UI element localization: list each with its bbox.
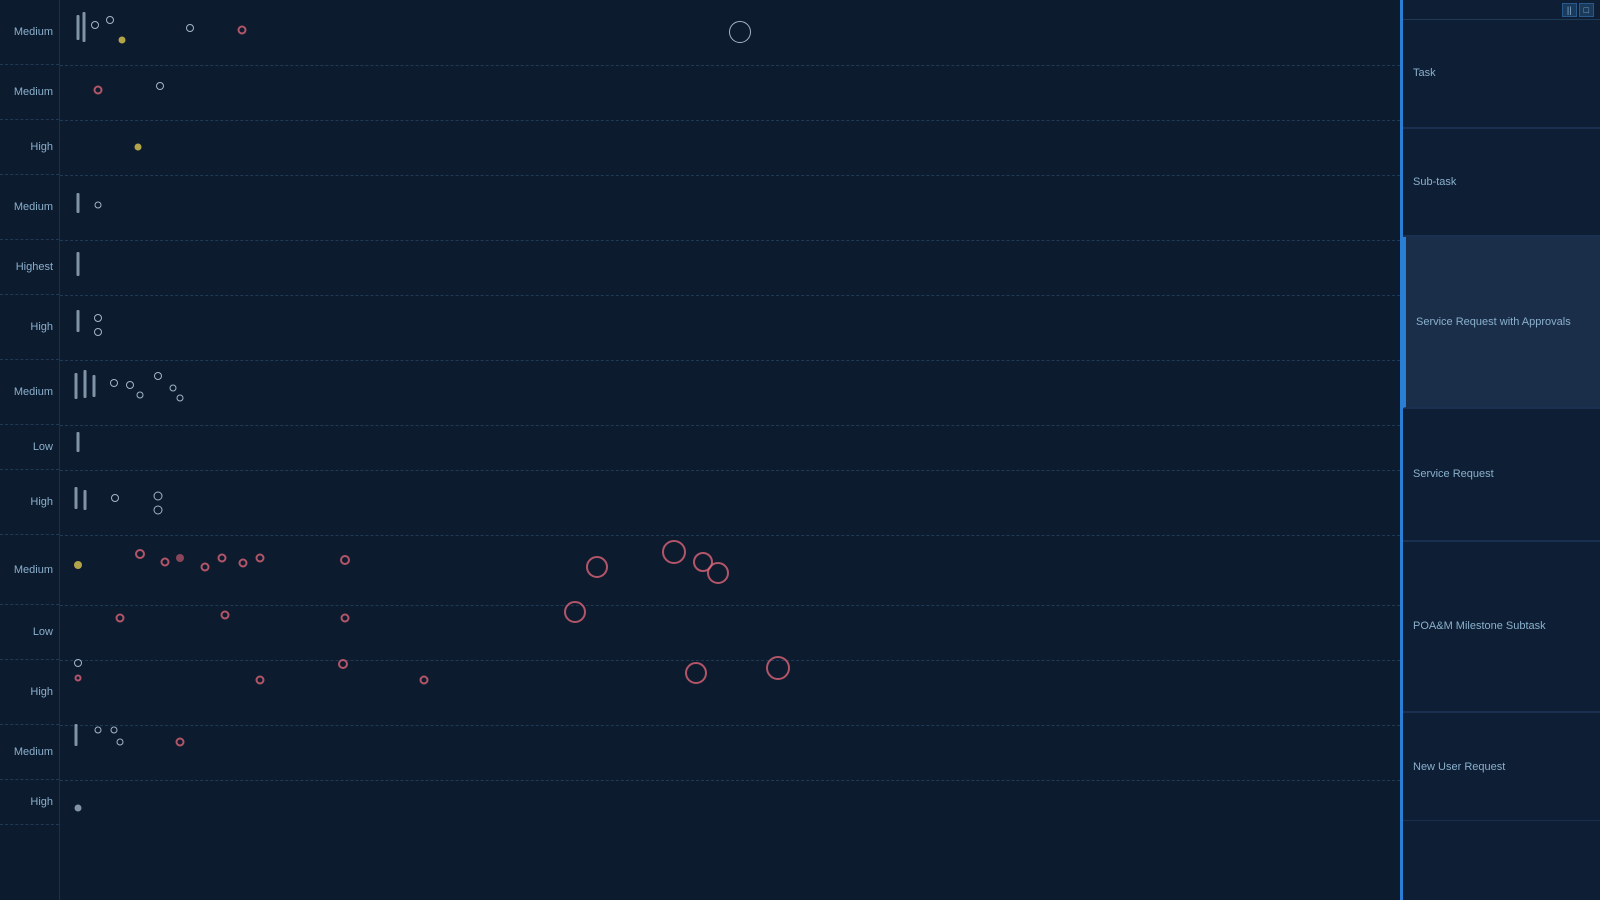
- legend-item-new-user-request[interactable]: New User Request: [1403, 713, 1600, 821]
- dot: [156, 82, 164, 90]
- priority-medium-1: Medium: [0, 0, 59, 65]
- dot: [94, 328, 102, 336]
- priority-high-1: High: [0, 120, 59, 175]
- stick: [77, 193, 80, 213]
- dot: [221, 611, 230, 620]
- dot: [111, 494, 119, 502]
- dot: [177, 395, 184, 402]
- dot: [170, 385, 177, 392]
- dot-large: [729, 21, 751, 43]
- legend-label-task: Task: [1413, 67, 1436, 79]
- legend-label-new-user-request: New User Request: [1413, 761, 1505, 773]
- priority-medium-3: Medium: [0, 175, 59, 240]
- dot: [238, 26, 247, 35]
- legend-label-subtask: Sub-task: [1413, 176, 1456, 188]
- scatter-area: [60, 0, 1400, 900]
- stick: [75, 487, 78, 509]
- dot: [420, 676, 429, 685]
- legend-header: || □: [1403, 0, 1600, 20]
- dot: [111, 727, 118, 734]
- dot: [106, 16, 114, 24]
- legend-item-subtask[interactable]: Sub-task: [1403, 129, 1600, 237]
- dot: [137, 392, 144, 399]
- dot: [340, 555, 350, 565]
- dot-large: [662, 540, 686, 564]
- dot: [201, 563, 210, 572]
- legend-label-service-request-approvals: Service Request with Approvals: [1416, 316, 1571, 328]
- dot: [117, 739, 124, 746]
- stick: [75, 724, 78, 746]
- dot-large: [586, 556, 608, 578]
- dot: [161, 558, 170, 567]
- priority-labels: Medium Medium High Medium Highest High M…: [0, 0, 60, 900]
- priority-medium-6: Medium: [0, 725, 59, 780]
- legend-item-poam[interactable]: POA&M Milestone Subtask: [1403, 542, 1600, 713]
- stick: [93, 375, 96, 397]
- dot-large: [766, 656, 790, 680]
- legend-btn-columns[interactable]: ||: [1562, 3, 1577, 17]
- dot: [218, 554, 227, 563]
- legend-label-service-request: Service Request: [1413, 468, 1494, 480]
- priority-high-3: High: [0, 470, 59, 535]
- priority-high-5: High: [0, 780, 59, 825]
- dot: [119, 37, 126, 44]
- dot: [135, 144, 142, 151]
- dot: [176, 738, 185, 747]
- stick: [84, 370, 87, 398]
- dot: [75, 805, 82, 812]
- dot: [75, 675, 82, 682]
- priority-low-1: Low: [0, 425, 59, 470]
- dot: [135, 549, 145, 559]
- dot-large: [707, 562, 729, 584]
- dot: [94, 314, 102, 322]
- legend-item-service-request-approvals[interactable]: Service Request with Approvals: [1403, 237, 1600, 408]
- dot: [126, 381, 134, 389]
- dot: [154, 506, 163, 515]
- stick: [77, 310, 80, 332]
- legend-item-service-request[interactable]: Service Request: [1403, 409, 1600, 540]
- stick: [77, 432, 80, 452]
- dot-large: [564, 601, 586, 623]
- dot: [154, 492, 163, 501]
- dot: [176, 554, 184, 562]
- dot: [94, 86, 103, 95]
- priority-low-2: Low: [0, 605, 59, 660]
- legend-label-poam: POA&M Milestone Subtask: [1413, 620, 1546, 632]
- stick: [77, 15, 80, 40]
- dot: [110, 379, 118, 387]
- stick: [83, 12, 86, 42]
- dot-large: [685, 662, 707, 684]
- dot: [154, 372, 162, 380]
- priority-highest-1: Highest: [0, 240, 59, 295]
- dot: [186, 24, 194, 32]
- dot: [74, 561, 82, 569]
- legend-panel: || □ Task Sub-task Service Request with …: [1400, 0, 1600, 900]
- dot: [91, 21, 99, 29]
- dot: [256, 554, 265, 563]
- stick: [77, 252, 80, 276]
- priority-high-2: High: [0, 295, 59, 360]
- dot: [74, 659, 82, 667]
- stick: [75, 373, 78, 399]
- dot: [341, 614, 350, 623]
- dot: [239, 559, 248, 568]
- dot: [95, 727, 102, 734]
- dot: [116, 614, 125, 623]
- dot: [256, 676, 265, 685]
- legend-item-task[interactable]: Task: [1403, 20, 1600, 128]
- priority-high-4: High: [0, 660, 59, 725]
- stick: [84, 490, 87, 510]
- dot: [95, 202, 102, 209]
- priority-medium-5: Medium: [0, 535, 59, 605]
- priority-medium-4: Medium: [0, 360, 59, 425]
- dot: [338, 659, 348, 669]
- legend-btn-expand[interactable]: □: [1579, 3, 1594, 17]
- priority-medium-2: Medium: [0, 65, 59, 120]
